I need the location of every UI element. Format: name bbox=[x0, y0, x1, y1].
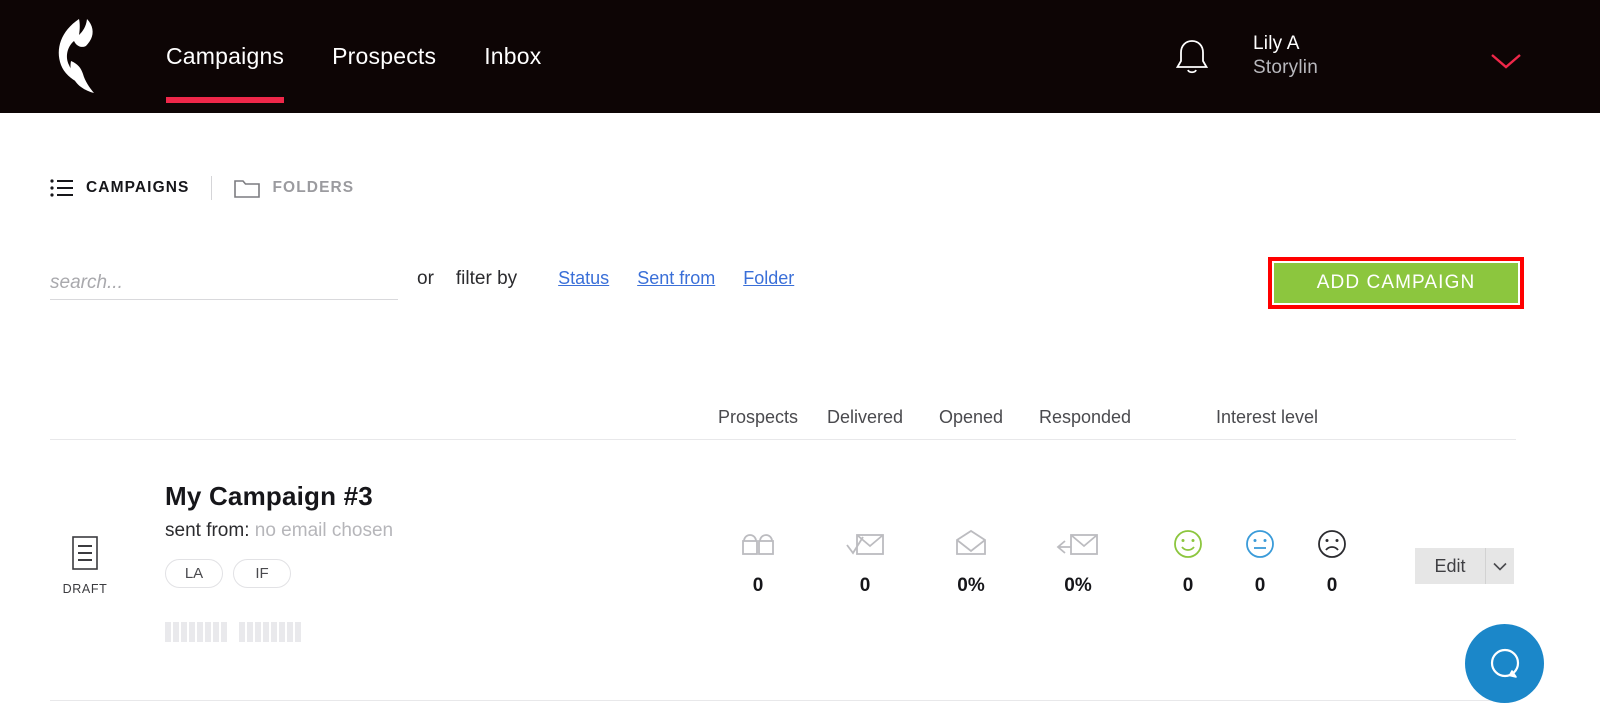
nav-label-inbox: Inbox bbox=[484, 43, 542, 69]
user-menu[interactable]: Lily A Storylin bbox=[1253, 32, 1318, 80]
chevron-down-icon bbox=[1491, 54, 1521, 69]
campaign-sent-from: sent from: no email chosen bbox=[165, 520, 393, 542]
main-nav: Campaigns Prospects Inbox bbox=[166, 0, 541, 113]
breadcrumb-separator bbox=[211, 176, 213, 200]
sent-from-label: sent from: bbox=[165, 520, 250, 541]
campaign-tag-if[interactable]: IF bbox=[233, 559, 291, 588]
two-people-icon bbox=[713, 527, 803, 561]
chat-bubble-icon bbox=[1490, 648, 1519, 678]
envelope-reply-icon bbox=[1033, 527, 1123, 561]
smiley-sad-icon bbox=[1287, 527, 1377, 561]
flame-bird-logo-icon bbox=[58, 19, 94, 93]
filter-link-sent-from[interactable]: Sent from bbox=[637, 268, 715, 289]
envelope-open-icon bbox=[926, 527, 1016, 561]
column-header-delivered: Delivered bbox=[826, 407, 904, 427]
breadcrumb-campaigns[interactable]: CAMPAIGNS bbox=[50, 178, 189, 198]
edit-dropdown-toggle[interactable] bbox=[1485, 548, 1514, 584]
breadcrumb-campaigns-label: CAMPAIGNS bbox=[86, 179, 190, 196]
table-header-divider bbox=[50, 439, 1516, 440]
campaign-actions: Edit bbox=[1415, 548, 1514, 584]
breadcrumb: CAMPAIGNS FOLDERS bbox=[50, 173, 354, 203]
table-row-divider bbox=[50, 700, 1516, 701]
filter-or-label: or bbox=[417, 268, 434, 289]
campaign-status: DRAFT bbox=[62, 535, 108, 596]
notifications-button[interactable] bbox=[1172, 36, 1212, 78]
help-chat-button[interactable] bbox=[1465, 624, 1544, 703]
sent-from-value: no email chosen bbox=[254, 520, 394, 541]
edit-button[interactable]: Edit bbox=[1415, 548, 1485, 584]
filter-by-label: filter by bbox=[455, 268, 518, 289]
bell-icon bbox=[1175, 40, 1209, 74]
breadcrumb-folders[interactable]: FOLDERS bbox=[234, 178, 354, 199]
filter-link-status[interactable]: Status bbox=[558, 268, 609, 289]
app-logo[interactable] bbox=[48, 16, 110, 98]
campaign-status-label: DRAFT bbox=[62, 582, 108, 596]
add-campaign-highlight: ADD CAMPAIGN bbox=[1268, 257, 1524, 309]
folder-icon bbox=[234, 179, 261, 198]
envelope-check-icon bbox=[820, 527, 910, 561]
user-menu-toggle[interactable] bbox=[1488, 50, 1524, 72]
list-icon bbox=[50, 179, 73, 197]
filter-link-folder[interactable]: Folder bbox=[743, 268, 794, 289]
nav-label-campaigns: Campaigns bbox=[166, 43, 285, 69]
breadcrumb-folders-label: FOLDERS bbox=[272, 179, 355, 196]
metric-opened-value: 0% bbox=[957, 575, 985, 596]
top-navigation-bar: Campaigns Prospects Inbox Lily A Storyli… bbox=[0, 0, 1600, 113]
campaign-title[interactable]: My Campaign #3 bbox=[165, 481, 373, 512]
nav-item-inbox[interactable]: Inbox bbox=[484, 0, 541, 113]
column-header-responded: Responded bbox=[1038, 407, 1132, 427]
filter-controls: or filter by Status Sent from Folder bbox=[417, 268, 794, 290]
chevron-down-icon bbox=[1493, 562, 1507, 571]
placeholder-block-2 bbox=[239, 622, 301, 642]
add-campaign-button[interactable]: ADD CAMPAIGN bbox=[1274, 263, 1518, 303]
metric-interest-negative-value: 0 bbox=[1326, 575, 1338, 596]
nav-label-prospects: Prospects bbox=[332, 43, 437, 69]
placeholder-block-1 bbox=[165, 622, 227, 642]
nav-item-campaigns[interactable]: Campaigns bbox=[166, 0, 285, 113]
campaign-tags: LA IF bbox=[165, 559, 291, 588]
nav-item-prospects[interactable]: Prospects bbox=[332, 0, 436, 113]
metric-prospects-value: 0 bbox=[752, 575, 764, 596]
metric-delivered: 0 bbox=[820, 527, 910, 597]
document-icon bbox=[72, 536, 98, 570]
column-header-prospects: Prospects bbox=[717, 407, 799, 427]
campaign-loading-placeholder bbox=[165, 622, 301, 642]
user-name: Lily A bbox=[1253, 33, 1300, 54]
user-org: Storylin bbox=[1253, 57, 1318, 78]
metric-opened: 0% bbox=[926, 527, 1016, 597]
metric-responded-value: 0% bbox=[1064, 575, 1092, 596]
campaign-tag-la[interactable]: LA bbox=[165, 559, 223, 588]
metric-delivered-value: 0 bbox=[859, 575, 871, 596]
column-header-opened: Opened bbox=[938, 407, 1004, 427]
metric-interest-negative: 0 bbox=[1287, 527, 1377, 597]
search-input[interactable] bbox=[50, 266, 398, 300]
metric-responded: 0% bbox=[1033, 527, 1123, 597]
metric-prospects: 0 bbox=[713, 527, 803, 597]
column-header-interest: Interest level bbox=[1215, 407, 1319, 427]
